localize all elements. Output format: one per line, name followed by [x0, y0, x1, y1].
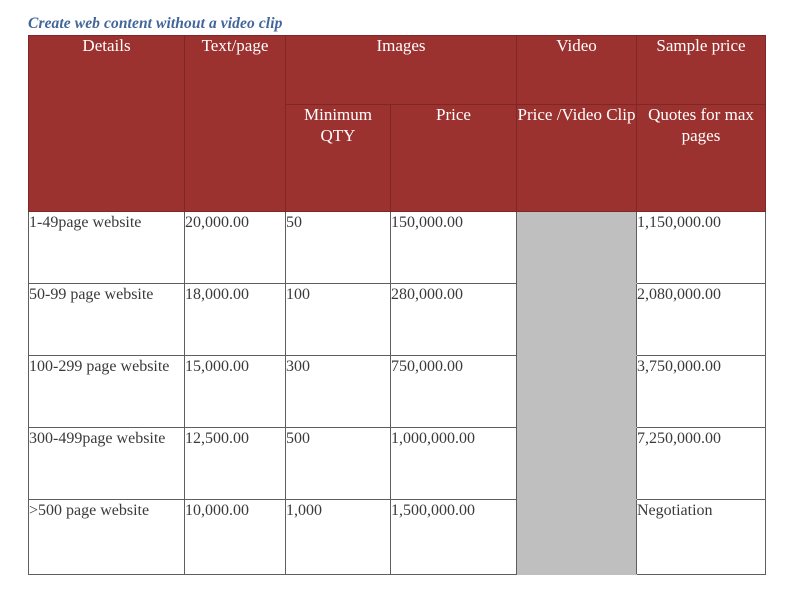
- pricing-table: Details Text/page Images Video Sample pr…: [28, 35, 766, 575]
- cell-price: 150,000.00: [390, 211, 517, 284]
- cell-quotes-for-max-pages: 7,250,000.00: [636, 427, 766, 500]
- column-header-minimum-qty: Minimum QTY: [285, 104, 391, 212]
- cell-text-per-page: 15,000.00: [184, 355, 286, 428]
- cell-price: 750,000.00: [390, 355, 517, 428]
- cell-text-per-page: 12,500.00: [184, 427, 286, 500]
- column-header-text-per-page: Text/page: [184, 35, 286, 212]
- column-group-header-images: Images: [285, 35, 517, 105]
- cell-price-per-video-clip: [516, 499, 637, 575]
- column-header-price: Price: [390, 104, 517, 212]
- column-header-details: Details: [28, 35, 185, 212]
- cell-quotes-for-max-pages: 1,150,000.00: [636, 211, 766, 284]
- table-body: 1-49page website 20,000.00 50 150,000.00 1,1…: [28, 211, 766, 575]
- table-row: 1-49page website 20,000.00 50 150,000.00 1,1…: [28, 211, 766, 284]
- cell-minimum-qty: 50: [285, 211, 391, 284]
- page-title: Create web content without a video clip: [28, 15, 283, 32]
- cell-text-per-page: 20,000.00: [184, 211, 286, 284]
- cell-minimum-qty: 1,000: [285, 499, 391, 575]
- cell-text-per-page: 10,000.00: [184, 499, 286, 575]
- slide-canvas: Create web content without a video clip …: [0, 0, 800, 605]
- cell-details: >500 page website: [28, 499, 185, 575]
- cell-minimum-qty: 500: [285, 427, 391, 500]
- table-row: 50-99 page website 18,000.00 100 280,000.00…: [28, 283, 766, 356]
- cell-price-per-video-clip: [516, 283, 637, 356]
- table-row: 300-499page website 12,500.00 500 1,000,000…: [28, 427, 766, 500]
- column-group-header-video: Video: [516, 35, 637, 105]
- cell-price-per-video-clip: [516, 427, 637, 500]
- table-header: Details Text/page Images Video Sample pr…: [28, 35, 766, 212]
- cell-price: 280,000.00: [390, 283, 517, 356]
- cell-minimum-qty: 100: [285, 283, 391, 356]
- cell-details: 50-99 page website: [28, 283, 185, 356]
- cell-details: 300-499page website: [28, 427, 185, 500]
- column-group-header-sample-price: Sample price: [636, 35, 766, 105]
- column-header-quotes-for-max-pages: Quotes for max pages: [636, 104, 766, 212]
- cell-quotes-for-max-pages: 3,750,000.00: [636, 355, 766, 428]
- table-row: 100-299 page website 15,000.00 300 750,000.…: [28, 355, 766, 428]
- cell-price-per-video-clip: [516, 211, 637, 284]
- cell-price: 1,500,000.00: [390, 499, 517, 575]
- cell-price: 1,000,000.00: [390, 427, 517, 500]
- cell-quotes-for-max-pages: 2,080,000.00: [636, 283, 766, 356]
- cell-quotes-for-max-pages: Negotiation: [636, 499, 766, 575]
- cell-price-per-video-clip: [516, 355, 637, 428]
- column-header-price-per-video-clip: Price /Video Clip: [516, 104, 637, 212]
- table-header-row-groups: Details Text/page Images Video Sample pr…: [28, 35, 766, 212]
- table-row: >500 page website 10,000.00 1,000 1,500,000…: [28, 499, 766, 575]
- cell-text-per-page: 18,000.00: [184, 283, 286, 356]
- cell-details: 100-299 page website: [28, 355, 185, 428]
- cell-details: 1-49page website: [28, 211, 185, 284]
- cell-minimum-qty: 300: [285, 355, 391, 428]
